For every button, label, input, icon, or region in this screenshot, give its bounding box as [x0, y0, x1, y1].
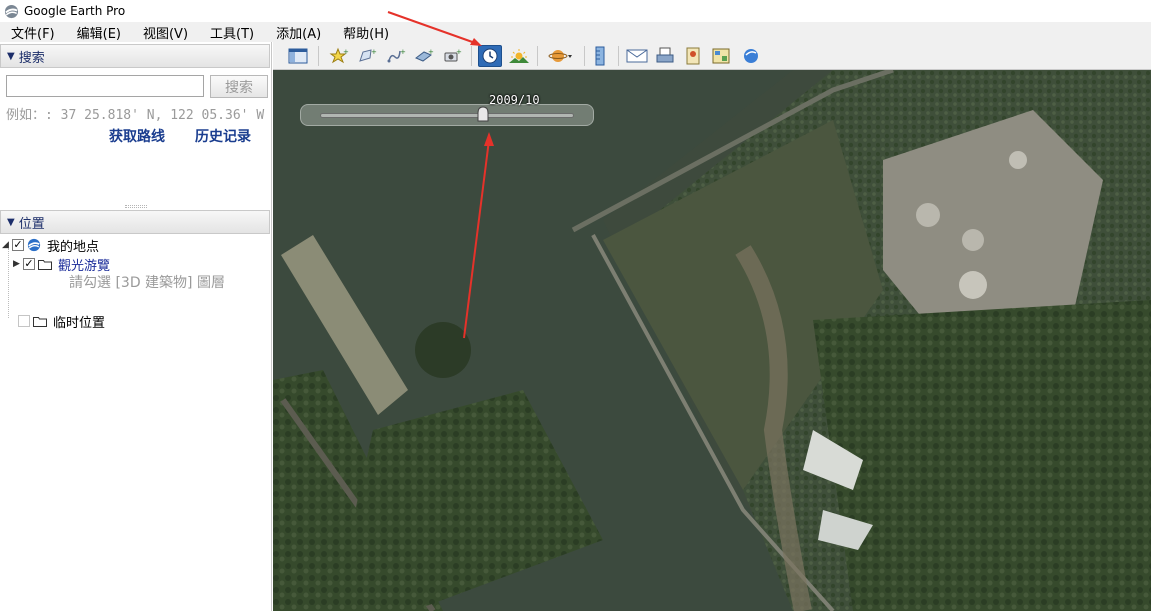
google-maps-button[interactable] [739, 45, 763, 67]
svg-text:+: + [371, 48, 377, 56]
polygon-icon: + [359, 48, 377, 62]
main-toolbar: + + + + + [273, 42, 1151, 70]
panel-splitter-handle[interactable] [125, 205, 147, 208]
search-panel-header[interactable]: ▼ 搜索 [0, 44, 270, 68]
tour-checkbox[interactable]: ✓ [23, 258, 35, 270]
email-icon [626, 49, 648, 63]
maps-icon [744, 49, 758, 63]
historical-imagery-button[interactable] [478, 45, 502, 67]
history-link[interactable]: 历史记录 [195, 126, 251, 146]
google-earth-logo-icon [4, 4, 19, 18]
places-panel-header[interactable]: ▼ 位置 [0, 210, 270, 234]
menu-file[interactable]: 文件(F) [4, 23, 62, 42]
collapse-triangle-icon[interactable]: ▼ [7, 217, 15, 228]
historical-imagery-icon [482, 48, 498, 64]
my-places-label: 我的地点 [47, 239, 100, 255]
time-slider-thumb[interactable] [476, 106, 490, 122]
ruler-icon [595, 46, 605, 66]
menu-bar: 文件(F) 编辑(E) 视图(V) 工具(T) 添加(A) 帮助(H) [0, 22, 1151, 42]
path-icon: + [387, 48, 406, 63]
search-panel-title: 搜索 [18, 50, 45, 66]
sunlight-button[interactable] [507, 45, 531, 67]
add-image-overlay-button[interactable]: + [412, 45, 436, 67]
tour-label[interactable]: 觀光游覽 [58, 255, 110, 274]
image-overlay-icon: + [415, 48, 434, 62]
imagery-date-label: 2009/10 [489, 93, 540, 107]
places-panel-title: 位置 [18, 216, 45, 232]
folder-icon [33, 316, 47, 327]
collapsed-arrow-icon[interactable]: ▶ [13, 259, 23, 269]
email-button[interactable] [625, 45, 649, 67]
toolbar-separator [318, 46, 319, 66]
toolbar-separator [537, 46, 538, 66]
menu-add[interactable]: 添加(A) [269, 23, 328, 42]
menu-help[interactable]: 帮助(H) [336, 23, 396, 42]
search-hint: 例如：: 37 25.818' N, 122 05.36' W [6, 108, 265, 123]
satellite-imagery [273, 70, 1151, 611]
toolbar-separator [584, 46, 585, 66]
svg-text:+: + [456, 48, 462, 56]
tour-description: 請勾選 [3D 建築物] 圖層 [69, 275, 225, 291]
sunlight-icon [509, 49, 529, 63]
search-button[interactable]: 搜索 [210, 75, 268, 98]
save-image-button[interactable] [681, 45, 705, 67]
toolbar-separator [471, 46, 472, 66]
record-tour-icon: + [444, 48, 462, 62]
save-image-icon [686, 47, 700, 65]
print-icon [656, 47, 674, 63]
globe-icon [27, 238, 41, 252]
switch-planet-button[interactable] [546, 45, 576, 67]
window-title: Google Earth Pro [24, 4, 126, 18]
tree-item-sightseeing-tour[interactable]: ▶ ✓ 觀光游覽 [13, 255, 110, 274]
tree-guide-line [8, 248, 9, 318]
record-tour-button[interactable]: + [440, 45, 464, 67]
title-bar: Google Earth Pro [0, 0, 1151, 22]
planets-icon [548, 50, 572, 62]
temporary-places-label: 临时位置 [53, 315, 106, 331]
add-path-button[interactable]: + [384, 45, 408, 67]
print-button[interactable] [653, 45, 677, 67]
historical-imagery-slider[interactable] [300, 104, 594, 126]
menu-view[interactable]: 视图(V) [136, 23, 195, 42]
svg-text:+: + [343, 48, 349, 56]
time-slider-track[interactable] [320, 113, 574, 118]
map-view[interactable]: 2009/10 [273, 70, 1151, 611]
sidebar-toggle-icon [288, 48, 308, 64]
temporary-places-checkbox[interactable] [18, 315, 30, 327]
menu-tools[interactable]: 工具(T) [203, 23, 261, 42]
view-in-maps-button[interactable] [709, 45, 733, 67]
menu-edit[interactable]: 编辑(E) [70, 23, 128, 42]
add-placemark-button[interactable]: + [327, 45, 351, 67]
map-view-icon [712, 48, 730, 64]
collapse-triangle-icon[interactable]: ▼ [7, 51, 15, 62]
add-polygon-button[interactable]: + [355, 45, 379, 67]
my-places-checkbox[interactable]: ✓ [12, 239, 24, 251]
sidebar-panel: ▼ 搜索 搜索 例如：: 37 25.818' N, 122 05.36' W … [0, 42, 272, 611]
svg-text:+: + [428, 48, 434, 56]
sidebar-toggle-button[interactable] [286, 45, 310, 67]
toolbar-separator [618, 46, 619, 66]
tree-item-temporary-places[interactable]: 临时位置 [18, 312, 106, 331]
placemark-icon: + [329, 47, 349, 64]
search-input[interactable] [6, 75, 204, 97]
svg-text:+: + [400, 48, 406, 56]
ruler-button[interactable] [588, 45, 612, 67]
folder-icon [38, 259, 52, 270]
get-directions-link[interactable]: 获取路线 [109, 126, 165, 146]
expanded-arrow-icon[interactable]: ◢ [2, 240, 12, 250]
tree-item-my-places[interactable]: ◢ ✓ 我的地点 [2, 236, 100, 255]
